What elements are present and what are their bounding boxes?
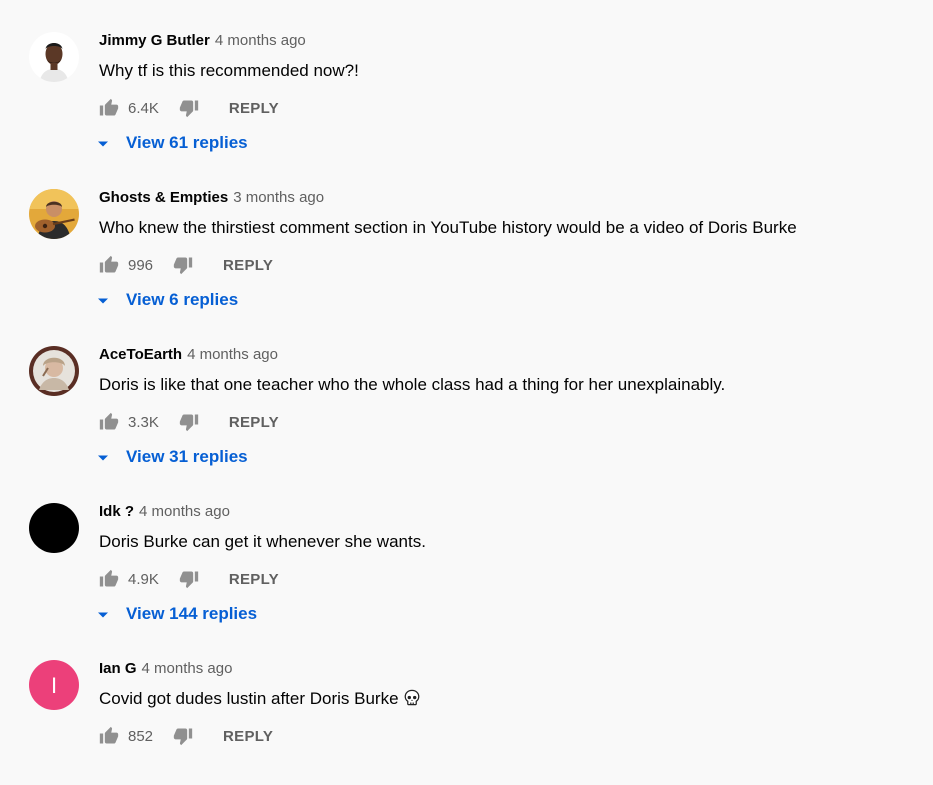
like-count: 852 — [128, 727, 154, 745]
view-replies-label: View 31 replies — [126, 447, 248, 466]
view-replies-button[interactable]: View 61 replies — [96, 133, 248, 153]
comment-timestamp[interactable]: 4 months ago — [215, 32, 306, 49]
like-icon[interactable] — [99, 412, 119, 432]
comment-text-content: Covid got dudes lustin after Doris Burke — [99, 689, 399, 708]
comment-actions: 6.4K REPLY — [99, 97, 279, 119]
comment-actions: 3.3K REPLY — [99, 411, 279, 433]
comment-timestamp[interactable]: 4 months ago — [142, 660, 233, 677]
view-replies-label: View 144 replies — [126, 604, 258, 623]
dislike-icon[interactable] — [173, 255, 193, 275]
comment-text-content: Doris Burke can get it whenever she want… — [99, 532, 426, 551]
comment-text: Why tf is this recommended now?! — [99, 61, 359, 81]
view-replies-label: View 61 replies — [126, 133, 248, 152]
comment-header: Ghosts & Empties 3 months ago — [99, 189, 324, 206]
comment-text: Doris Burke can get it whenever she want… — [99, 532, 426, 552]
guitar-player-avatar[interactable] — [29, 189, 79, 239]
like-count: 996 — [128, 256, 154, 274]
reply-button[interactable]: REPLY — [229, 571, 279, 588]
dislike-icon[interactable] — [179, 98, 199, 118]
like-icon[interactable] — [99, 569, 119, 589]
view-replies-label: View 6 replies — [126, 290, 239, 309]
skull-emoji — [403, 689, 421, 707]
comment-actions: 852 REPLY — [99, 725, 273, 747]
letter-avatar[interactable]: I — [29, 660, 79, 710]
comment-timestamp[interactable]: 3 months ago — [233, 189, 324, 206]
comment-actions: 4.9K REPLY — [99, 568, 279, 590]
caret-down-icon — [96, 450, 110, 464]
black-avatar[interactable] — [29, 503, 79, 553]
person-avatar[interactable] — [29, 32, 79, 82]
view-replies-button[interactable]: View 144 replies — [96, 604, 257, 624]
author-name[interactable]: Ghosts & Empties — [99, 189, 228, 206]
caret-down-icon — [96, 607, 110, 621]
comment-thread: Idk ? 4 months ago Doris Burke can get it … — [0, 471, 933, 628]
comment-timestamp[interactable]: 4 months ago — [139, 503, 230, 520]
author-name[interactable]: AceToEarth — [99, 346, 182, 363]
view-replies-button[interactable]: View 6 replies — [96, 290, 238, 310]
comment-text: Covid got dudes lustin after Doris Burke — [99, 689, 421, 709]
comment-text: Doris is like that one teacher who the w… — [99, 375, 725, 395]
comment-text-content: Doris is like that one teacher who the w… — [99, 375, 726, 394]
framed-portrait-avatar[interactable] — [29, 346, 79, 396]
like-icon[interactable] — [99, 98, 119, 118]
comment-thread: Jimmy G Butler 4 months ago Why tf is this… — [0, 0, 933, 157]
comment-header: Jimmy G Butler 4 months ago — [99, 32, 306, 49]
reply-button[interactable]: REPLY — [229, 414, 279, 431]
comment-actions: 996 REPLY — [99, 254, 273, 276]
dislike-icon[interactable] — [179, 412, 199, 432]
view-replies-button[interactable]: View 31 replies — [96, 447, 248, 467]
comment-thread: Ghosts & Empties 3 months ago Who knew the… — [0, 157, 933, 314]
svg-text:I: I — [51, 673, 57, 698]
comment-thread: AceToEarth 4 months ago Doris is like that… — [0, 314, 933, 471]
reply-button[interactable]: REPLY — [229, 100, 279, 117]
reply-button[interactable]: REPLY — [223, 728, 273, 745]
comment-header: Ian G 4 months ago — [99, 660, 232, 677]
dislike-icon[interactable] — [173, 726, 193, 746]
like-count: 6.4K — [128, 99, 159, 117]
comment-text: Who knew the thirstiest comment section … — [99, 218, 797, 238]
reply-button[interactable]: REPLY — [223, 257, 273, 274]
comment-timestamp[interactable]: 4 months ago — [187, 346, 278, 363]
comment-header: Idk ? 4 months ago — [99, 503, 230, 520]
comment-thread: I Ian G 4 months ago Covid got dudes lustin… — [0, 628, 933, 785]
comment-text-content: Who knew the thirstiest comment section … — [99, 218, 797, 237]
like-count: 3.3K — [128, 413, 159, 431]
comment-header: AceToEarth 4 months ago — [99, 346, 278, 363]
like-icon[interactable] — [99, 255, 119, 275]
comment-text-content: Why tf is this recommended now?! — [99, 61, 359, 80]
dislike-icon[interactable] — [179, 569, 199, 589]
author-name[interactable]: Idk ? — [99, 503, 134, 520]
caret-down-icon — [96, 136, 110, 150]
author-name[interactable]: Jimmy G Butler — [99, 32, 210, 49]
author-name[interactable]: Ian G — [99, 660, 137, 677]
like-count: 4.9K — [128, 570, 159, 588]
like-icon[interactable] — [99, 726, 119, 746]
caret-down-icon — [96, 293, 110, 307]
